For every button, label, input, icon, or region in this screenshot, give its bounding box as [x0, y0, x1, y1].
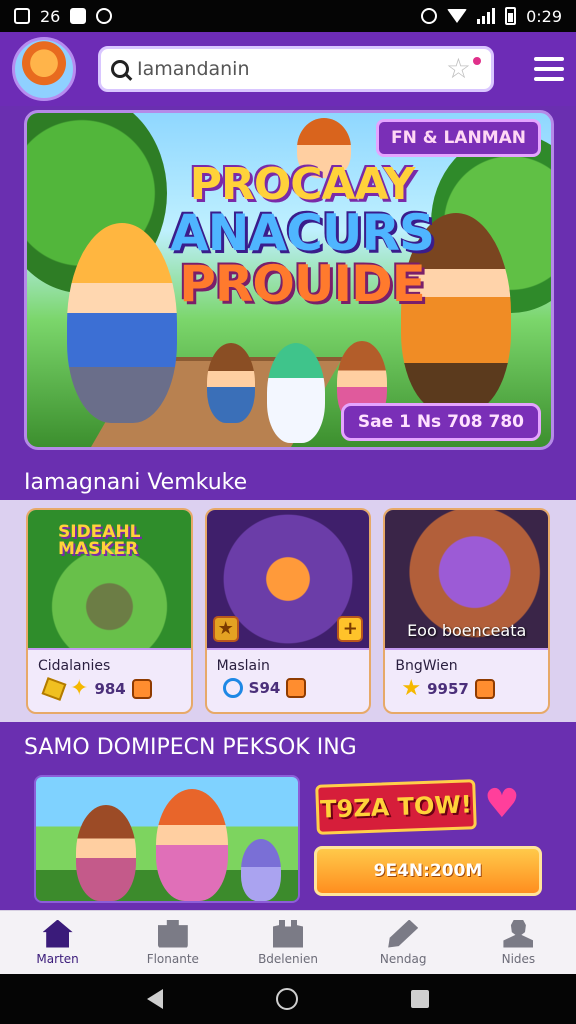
status-left-text: 26 — [40, 6, 61, 26]
nav-label: Nendag — [379, 951, 427, 966]
hero-banner[interactable]: PROCAAY ANACURS PROUIDE FN & LANMAN Sae … — [24, 110, 554, 450]
character-small-2 — [267, 343, 325, 443]
nav-item-home[interactable]: Marten — [0, 911, 115, 974]
wifi-icon — [447, 9, 468, 23]
home-button-icon[interactable] — [275, 988, 298, 1010]
search-input[interactable] — [137, 58, 437, 80]
store-icon — [157, 919, 188, 948]
item-icon — [131, 679, 152, 699]
card-name: Cidalanies — [38, 658, 111, 674]
nav-label: Bdelenien — [258, 951, 318, 966]
gem-icon — [41, 677, 67, 701]
system-nav-bar — [0, 974, 576, 1024]
home-icon — [42, 919, 73, 948]
card-name: BngWien — [395, 658, 458, 674]
nav-item-profile[interactable]: Nides — [461, 911, 576, 974]
promo-character-3 — [241, 839, 281, 901]
character-small-1 — [207, 343, 255, 423]
heart-icon: ♥ — [484, 781, 520, 827]
swirl-icon — [222, 678, 243, 698]
image-icon — [70, 8, 87, 24]
section-title: Iamagnani Vemkuke — [24, 470, 248, 495]
back-icon[interactable] — [146, 989, 163, 1009]
star-icon: ★ — [401, 676, 422, 701]
game-card[interactable]: Eoo boenceata BngWien ★ 9957 — [383, 508, 551, 714]
pencil-icon — [286, 678, 307, 698]
hero-title-line3: PROUIDE — [179, 254, 426, 313]
bottom-nav: Marten Flonante Bdelenien Nendag Nides — [0, 910, 576, 974]
game-card[interactable]: ★ + Maslain S94 — [204, 508, 372, 714]
cube-icon — [474, 679, 495, 699]
status-right: 0:29 — [421, 7, 562, 26]
promo-banner[interactable]: T9ZA TOW! — [315, 779, 477, 835]
recents-icon[interactable] — [411, 990, 430, 1008]
nav-label: Flonante — [146, 951, 199, 966]
promo-character-1 — [76, 805, 136, 901]
signal-icon — [477, 8, 496, 24]
hero-title-line1: PROCAAY — [189, 159, 416, 210]
promo-button[interactable]: 9E4N:200M — [314, 846, 542, 896]
star-badge-icon: ★ — [212, 616, 239, 642]
hero-title: PROCAAY ANACURS PROUIDE — [167, 159, 437, 313]
nav-item-pen[interactable]: Nendag — [346, 911, 461, 974]
search-icon — [111, 60, 129, 78]
promo-character-2 — [156, 789, 228, 901]
nav-item-bag[interactable]: Bdelenien — [230, 911, 345, 974]
star-icon[interactable]: ☆ — [446, 55, 471, 83]
menu-icon[interactable] — [534, 57, 564, 81]
avatar[interactable] — [12, 37, 76, 101]
card-stats: S94 — [207, 676, 370, 700]
status-left: 26 — [14, 6, 113, 26]
nav-label: Nides — [501, 951, 536, 966]
nav-item-store[interactable]: Flonante — [115, 911, 230, 974]
plus-badge-icon[interactable]: + — [337, 616, 364, 642]
pin-icon — [473, 57, 481, 65]
card-caption: Eoo boenceata — [407, 621, 527, 640]
search-bar[interactable]: ☆ — [98, 46, 494, 92]
user-icon — [503, 919, 534, 948]
game-cards: SIDEAHL MASKER Cidalanies ✦ 984 ★ + Masl… — [0, 500, 576, 722]
app-header: ☆ — [0, 32, 576, 106]
game-card[interactable]: SIDEAHL MASKER Cidalanies ✦ 984 — [26, 508, 193, 714]
nav-label: Marten — [36, 951, 79, 966]
promo-image[interactable] — [34, 775, 300, 903]
card-stat-value: 984 — [94, 680, 126, 698]
hero-title-line2: ANACURS — [169, 203, 435, 262]
card-name: Maslain — [216, 658, 270, 674]
bag-icon — [273, 919, 303, 948]
card-thumbnail: SIDEAHL MASKER — [28, 510, 191, 650]
status-time: 0:29 — [526, 6, 562, 26]
hero-tag[interactable]: FN & LANMAN — [375, 119, 541, 157]
card-stat-value: 9957 — [427, 680, 469, 698]
hero-button[interactable]: Sae 1 Ns 708 780 — [340, 403, 541, 441]
notification-icon — [14, 8, 30, 24]
star-icon: ✦ — [70, 676, 89, 701]
card-stats: ✦ 984 — [28, 676, 191, 702]
card-stats: ★ 9957 — [385, 676, 548, 702]
pen-icon — [388, 919, 419, 948]
status-bar: 26 0:29 — [0, 0, 576, 32]
card-thumbnail: ★ + — [206, 510, 370, 650]
card-thumbnail: Eoo boenceata — [385, 510, 549, 650]
character-fox-hero — [67, 223, 177, 423]
alarm-icon — [421, 8, 438, 24]
sync-icon — [96, 8, 113, 24]
card-logo: SIDEAHL MASKER — [58, 522, 141, 559]
card-stat-value: S94 — [248, 679, 281, 697]
section-title-2: SAMO DOMIPECN PEKSOK ING — [24, 735, 357, 760]
battery-icon — [505, 7, 517, 25]
